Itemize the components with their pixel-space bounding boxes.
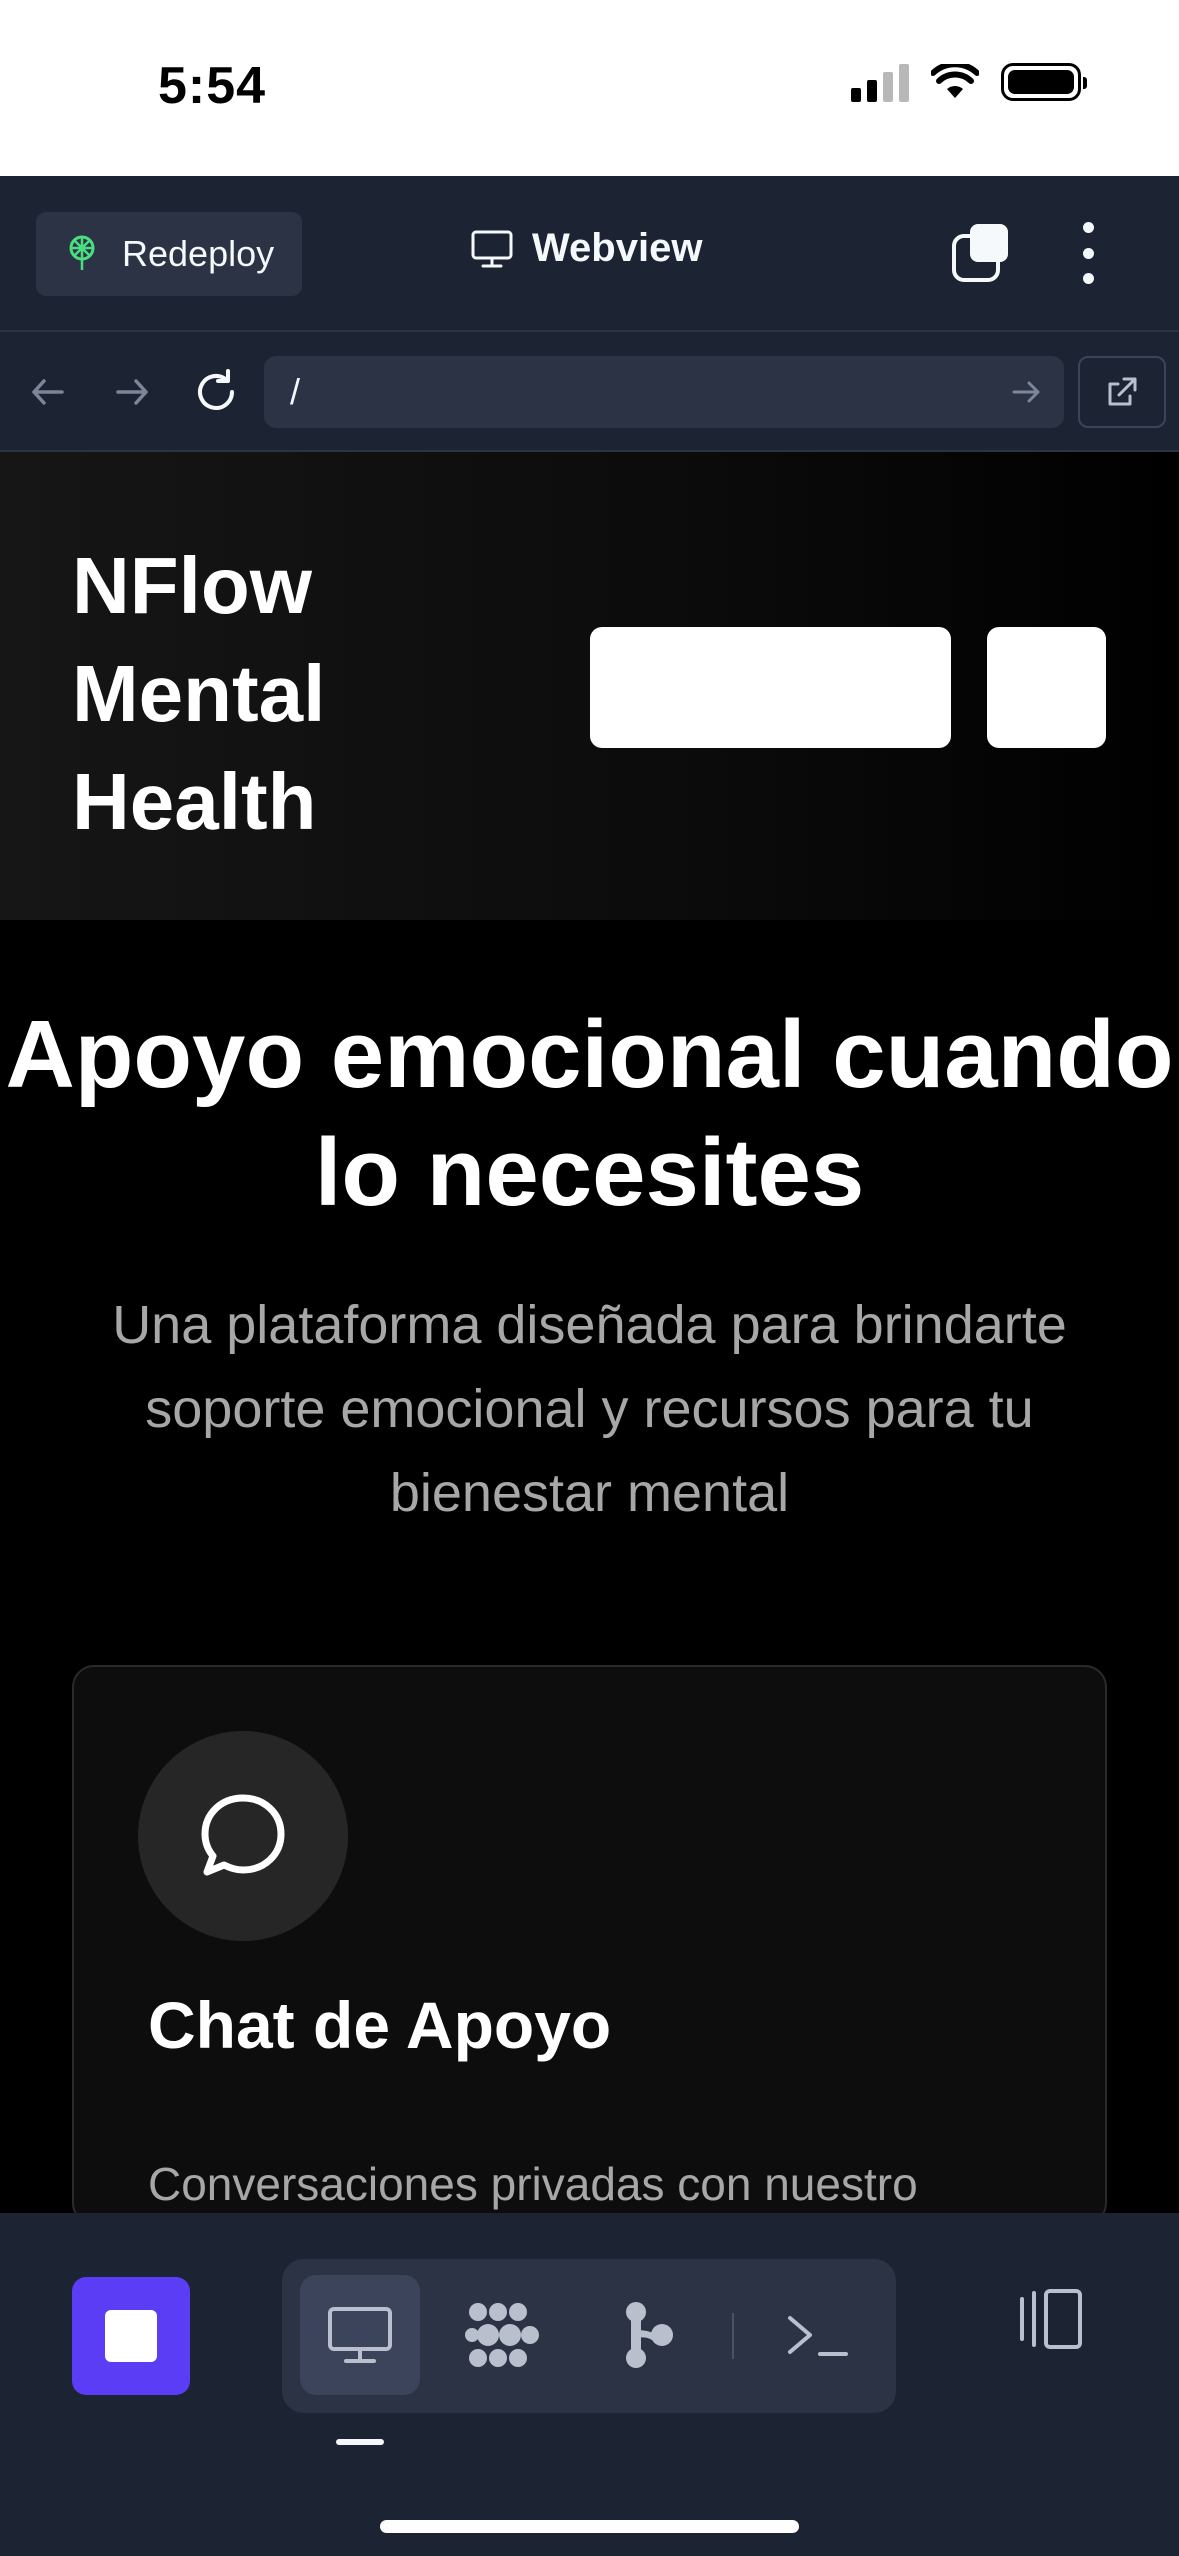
tool-webview[interactable]: [300, 2275, 420, 2395]
arrow-right-icon: [116, 379, 148, 405]
site-header: NFlow Mental Health: [0, 452, 1179, 920]
go-button[interactable]: [1006, 372, 1046, 412]
split-panel-icon: [1020, 2289, 1082, 2349]
webview-title-label: Webview: [532, 226, 703, 270]
status-bar: 5:54: [0, 0, 1179, 176]
tool-git[interactable]: [588, 2275, 708, 2395]
monitor-icon: [328, 2307, 392, 2363]
chat-bubble-icon: [138, 1731, 348, 1941]
tabs-button[interactable]: [950, 222, 1012, 284]
cellular-signal-icon: [851, 62, 909, 102]
external-link-icon: [1108, 377, 1137, 406]
tabs-icon: [952, 224, 1008, 282]
kebab-icon[interactable]: [1076, 222, 1100, 284]
status-time: 5:54: [158, 57, 267, 115]
wifi-icon: [931, 64, 979, 98]
panel-toggle-button[interactable]: [1008, 2279, 1088, 2359]
git-icon: [626, 2302, 673, 2368]
tool-separator: [732, 2313, 734, 2359]
app-bar: Redeploy Webview: [0, 176, 1179, 332]
header-secondary-button[interactable]: [987, 627, 1106, 748]
reload-icon: [198, 369, 234, 410]
active-tool-indicator: [336, 2439, 384, 2445]
open-external-button[interactable]: [1078, 356, 1166, 428]
feature-card-chat[interactable]: Chat de Apoyo Conversaciones privadas co…: [72, 1665, 1107, 2225]
packages-icon: [465, 2303, 539, 2367]
redeploy-label: Redeploy: [122, 233, 275, 274]
bottom-toolbar: [0, 2213, 1179, 2556]
url-toolbar: /: [0, 332, 1179, 452]
back-button[interactable]: [18, 362, 78, 422]
webview-tab-title[interactable]: Webview: [470, 226, 702, 271]
terminal-icon: [788, 2316, 848, 2356]
header-primary-button[interactable]: [590, 627, 951, 748]
monitor-icon: [471, 230, 513, 267]
reload-button[interactable]: [186, 362, 246, 422]
hero-subtitle: Una plataforma diseñada para brindarte s…: [112, 1295, 1067, 1523]
hero-title: Apoyo emocional cuando lo necesites: [5, 1001, 1174, 1226]
tool-terminal[interactable]: [758, 2275, 878, 2395]
forward-button[interactable]: [102, 362, 162, 422]
redeploy-button[interactable]: Redeploy: [36, 212, 302, 296]
arrow-left-icon: [32, 379, 64, 405]
card-title: Chat de Apoyo: [148, 1988, 612, 2062]
card-description: Conversaciones privadas con nuestro: [148, 2158, 918, 2210]
stop-icon: [105, 2310, 157, 2362]
home-indicator: [380, 2520, 799, 2533]
stop-button[interactable]: [72, 2277, 190, 2395]
battery-icon: [1001, 63, 1087, 101]
site-logo[interactable]: NFlow Mental Health: [72, 532, 492, 856]
status-icons: [851, 62, 1087, 102]
deploy-icon: [69, 235, 95, 270]
tool-packages[interactable]: [444, 2275, 564, 2395]
url-input[interactable]: /: [264, 356, 1064, 428]
tool-group: [282, 2259, 896, 2413]
url-value: /: [290, 371, 301, 412]
